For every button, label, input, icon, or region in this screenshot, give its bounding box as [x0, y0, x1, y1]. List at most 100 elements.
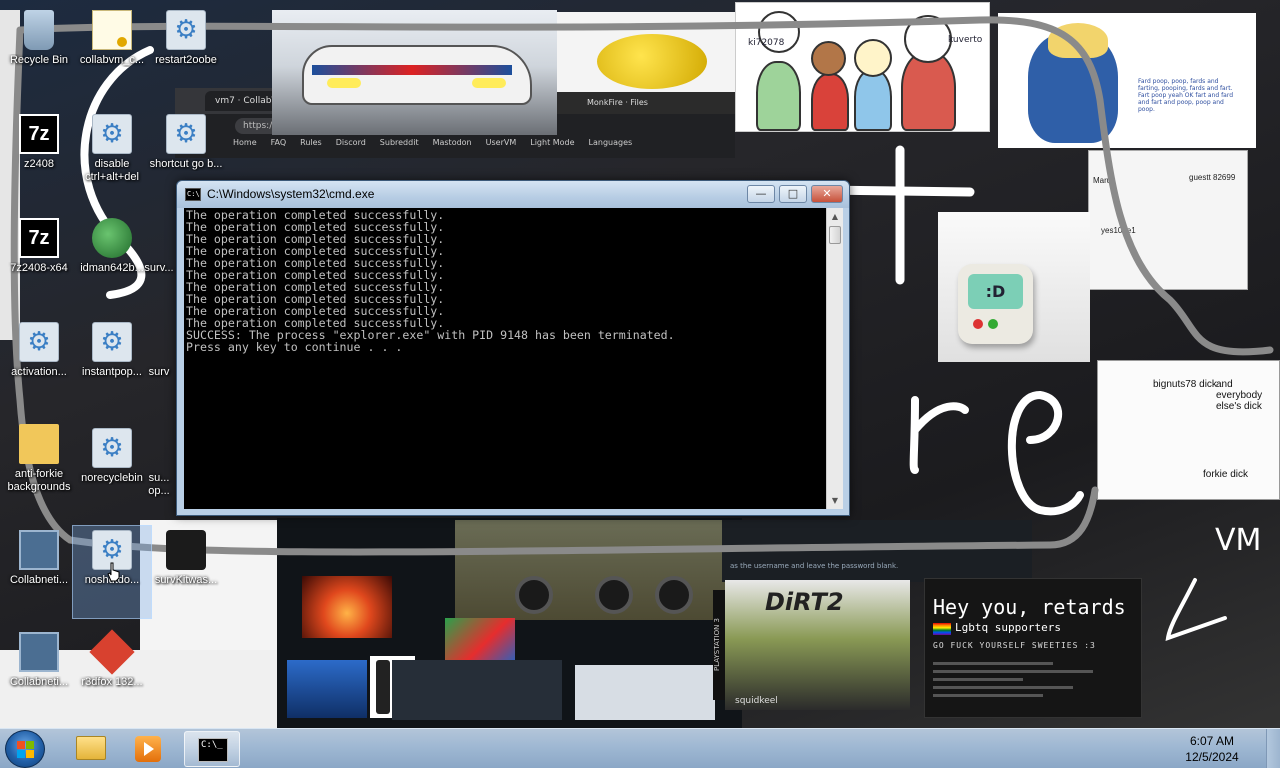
scroll-down-arrow-icon[interactable]: ▼ — [827, 492, 843, 509]
icon-label: shortcut go b... — [149, 158, 223, 170]
paint-label: yes101e1 — [1101, 226, 1136, 235]
squid-text: squidkeel — [735, 696, 778, 706]
wallpaper-nav-item: Light Mode — [530, 138, 575, 147]
windows-logo-icon — [17, 741, 35, 759]
r3dfox-installer-icon[interactable]: r3dfox 132... — [73, 628, 151, 720]
wallpaper-nav-item: Mastodon — [432, 138, 472, 147]
wallpaper-robot-photo: :D — [938, 212, 1090, 362]
panel-subtitle: Lgbtq supporters — [955, 621, 1061, 634]
taskbar: C:\_ 6:07 AM 12/5/2024 — [0, 728, 1280, 768]
icon-label: anti-forkie backgrounds — [7, 468, 71, 493]
panel-title: Hey you, retards — [933, 595, 1126, 619]
wallpaper-nav-item: UserVM — [485, 138, 517, 147]
wallpaper-yellow-blob — [557, 12, 737, 92]
panel-subtitle-2: GO FUCK YOURSELF SWEETIES :3 — [933, 641, 1096, 650]
wallpaper-nav-item: Discord — [335, 138, 366, 147]
wallpaper-explosion — [302, 576, 392, 638]
scroll-thumb[interactable] — [829, 226, 841, 244]
maximize-button[interactable]: □ — [779, 185, 807, 203]
7zip-installer-icon[interactable]: 7z 7z2408-x64 — [0, 214, 78, 306]
wallpaper-cat-drawing: Fard poop, poop, fards and farting, poop… — [998, 13, 1256, 148]
scroll-up-arrow-icon[interactable]: ▲ — [827, 208, 843, 225]
cat-text: Fard poop, poop, fards and farting, poop… — [1138, 78, 1234, 113]
icon-label: z2408 — [24, 158, 54, 170]
comic-label: ki72078 — [748, 38, 785, 48]
setup-file-icon[interactable]: su... op... — [140, 424, 178, 516]
folder-icon — [76, 736, 106, 760]
minimize-button[interactable]: — — [747, 185, 775, 203]
wallpaper-blue-car — [287, 660, 367, 718]
icon-label: su... op... — [148, 472, 170, 497]
window-title: C:\Windows\system32\cmd.exe — [207, 187, 375, 201]
icon-label: surv... — [144, 262, 174, 274]
survey-file-icon[interactable]: surv — [140, 318, 178, 410]
wallpaper-paint-sketch: guestt 82699 Maruk yes101e1 — [1088, 150, 1248, 290]
comic-label: kuverto — [948, 35, 983, 45]
robot-shortcut-icon[interactable]: survKitwas... — [147, 526, 225, 618]
cmd-window[interactable]: C:\ C:\Windows\system32\cmd.exe — □ ✕ Th… — [176, 180, 850, 516]
icon-label: surv — [148, 366, 170, 378]
7zip-archive-icon[interactable]: 7z z2408 — [0, 110, 78, 202]
dirt-logo: DiRT2 — [765, 588, 844, 616]
clock-date: 12/5/2024 — [1185, 750, 1239, 764]
scribble-text: VM — [1215, 523, 1261, 558]
certificate-file-icon[interactable]: collabvm_c... — [73, 6, 151, 98]
wallpaper-monster-truck — [455, 520, 740, 620]
taskbar-media-player[interactable] — [120, 731, 176, 767]
wallpaper-nav-item: Languages — [588, 138, 633, 147]
wallpaper-paint-sketch-2: bignuts78 dick and everybody else's dick… — [1097, 360, 1280, 500]
survey-file-icon[interactable]: surv... — [140, 214, 178, 306]
icon-label: survKitwas... — [154, 574, 218, 586]
paint-label: forkie dick — [1203, 469, 1249, 480]
media-player-icon — [135, 736, 161, 762]
network-tool-icon[interactable]: Collabneti... — [0, 628, 78, 720]
wallpaper-fragment — [575, 665, 715, 720]
desktop[interactable]: vm7 · CollabVM https:// Home FAQ Rules Disc… — [0, 0, 1280, 728]
start-button[interactable] — [5, 730, 45, 768]
paint-label: bignuts78 dick — [1153, 379, 1217, 390]
paint-label: guestt 82699 — [1189, 173, 1236, 182]
batch-file-icon[interactable]: ⚙ activation... — [0, 318, 78, 410]
icon-label: r3dfox 132... — [81, 676, 143, 688]
console-text: The operation completed successfully. Th… — [186, 208, 675, 354]
wallpaper-text-panel: Hey you, retards Lgbtq supporters GO FUC… — [924, 578, 1142, 718]
wallpaper-nav-item: FAQ — [270, 138, 287, 147]
game-table-text: as the username and leave the password b… — [730, 562, 899, 570]
network-tool-icon[interactable]: Collabneti... — [0, 526, 78, 618]
batch-file-icon[interactable]: ⚙ disable ctrl+alt+del — [73, 110, 151, 202]
wallpaper-fragment — [392, 660, 562, 720]
icon-label: Recycle Bin — [9, 54, 69, 66]
icon-label: 7z2408-x64 — [10, 262, 68, 274]
cmd-titlebar[interactable]: C:\ C:\Windows\system32\cmd.exe — □ ✕ — [177, 181, 849, 208]
wallpaper-nav-item: Home — [233, 138, 257, 147]
recycle-bin-icon[interactable]: Recycle Bin — [0, 6, 78, 98]
console-output[interactable]: The operation completed successfully. Th… — [184, 208, 829, 509]
vertical-scrollbar[interactable]: ▲ ▼ — [826, 208, 843, 509]
icon-label: Collabneti... — [9, 676, 69, 688]
wallpaper-nav-item: Subreddit — [379, 138, 419, 147]
show-desktop-button[interactable] — [1266, 729, 1280, 768]
icon-label: disable ctrl+alt+del — [85, 158, 139, 183]
wallpaper-dirt-cover: DiRT2 squidkeel — [725, 580, 910, 710]
wallpaper-files-tab: MonkFire · Files — [557, 92, 737, 114]
robot-face: :D — [968, 274, 1023, 309]
taskbar-explorer[interactable] — [62, 731, 118, 767]
icon-label: Collabneti... — [9, 574, 69, 586]
wallpaper-parrot — [445, 618, 515, 666]
icon-label: activation... — [11, 366, 67, 378]
batch-file-icon[interactable]: ⚙ restart2oobe — [147, 6, 225, 98]
wallpaper-nav-item: Rules — [300, 138, 322, 147]
system-clock[interactable]: 6:07 AM 12/5/2024 — [1172, 733, 1252, 765]
icon-label: restart2oobe — [155, 54, 217, 66]
folder-icon[interactable]: anti-forkie backgrounds — [0, 420, 78, 512]
wallpaper-game-table: as the username and leave the password b… — [722, 520, 1032, 582]
wallpaper-nav: Home FAQ Rules Discord Subreddit Mastodon User… — [175, 138, 735, 147]
rainbow-flag-icon — [933, 623, 951, 635]
close-button[interactable]: ✕ — [811, 185, 843, 203]
wallpaper-race-car — [272, 10, 557, 135]
paint-label: Maruk — [1093, 176, 1116, 185]
hand-cursor-icon — [107, 562, 120, 582]
icon-label: collabvm_c... — [79, 54, 145, 66]
taskbar-cmd[interactable]: C:\_ — [184, 731, 240, 767]
cmd-app-icon: C:\ — [185, 188, 201, 201]
